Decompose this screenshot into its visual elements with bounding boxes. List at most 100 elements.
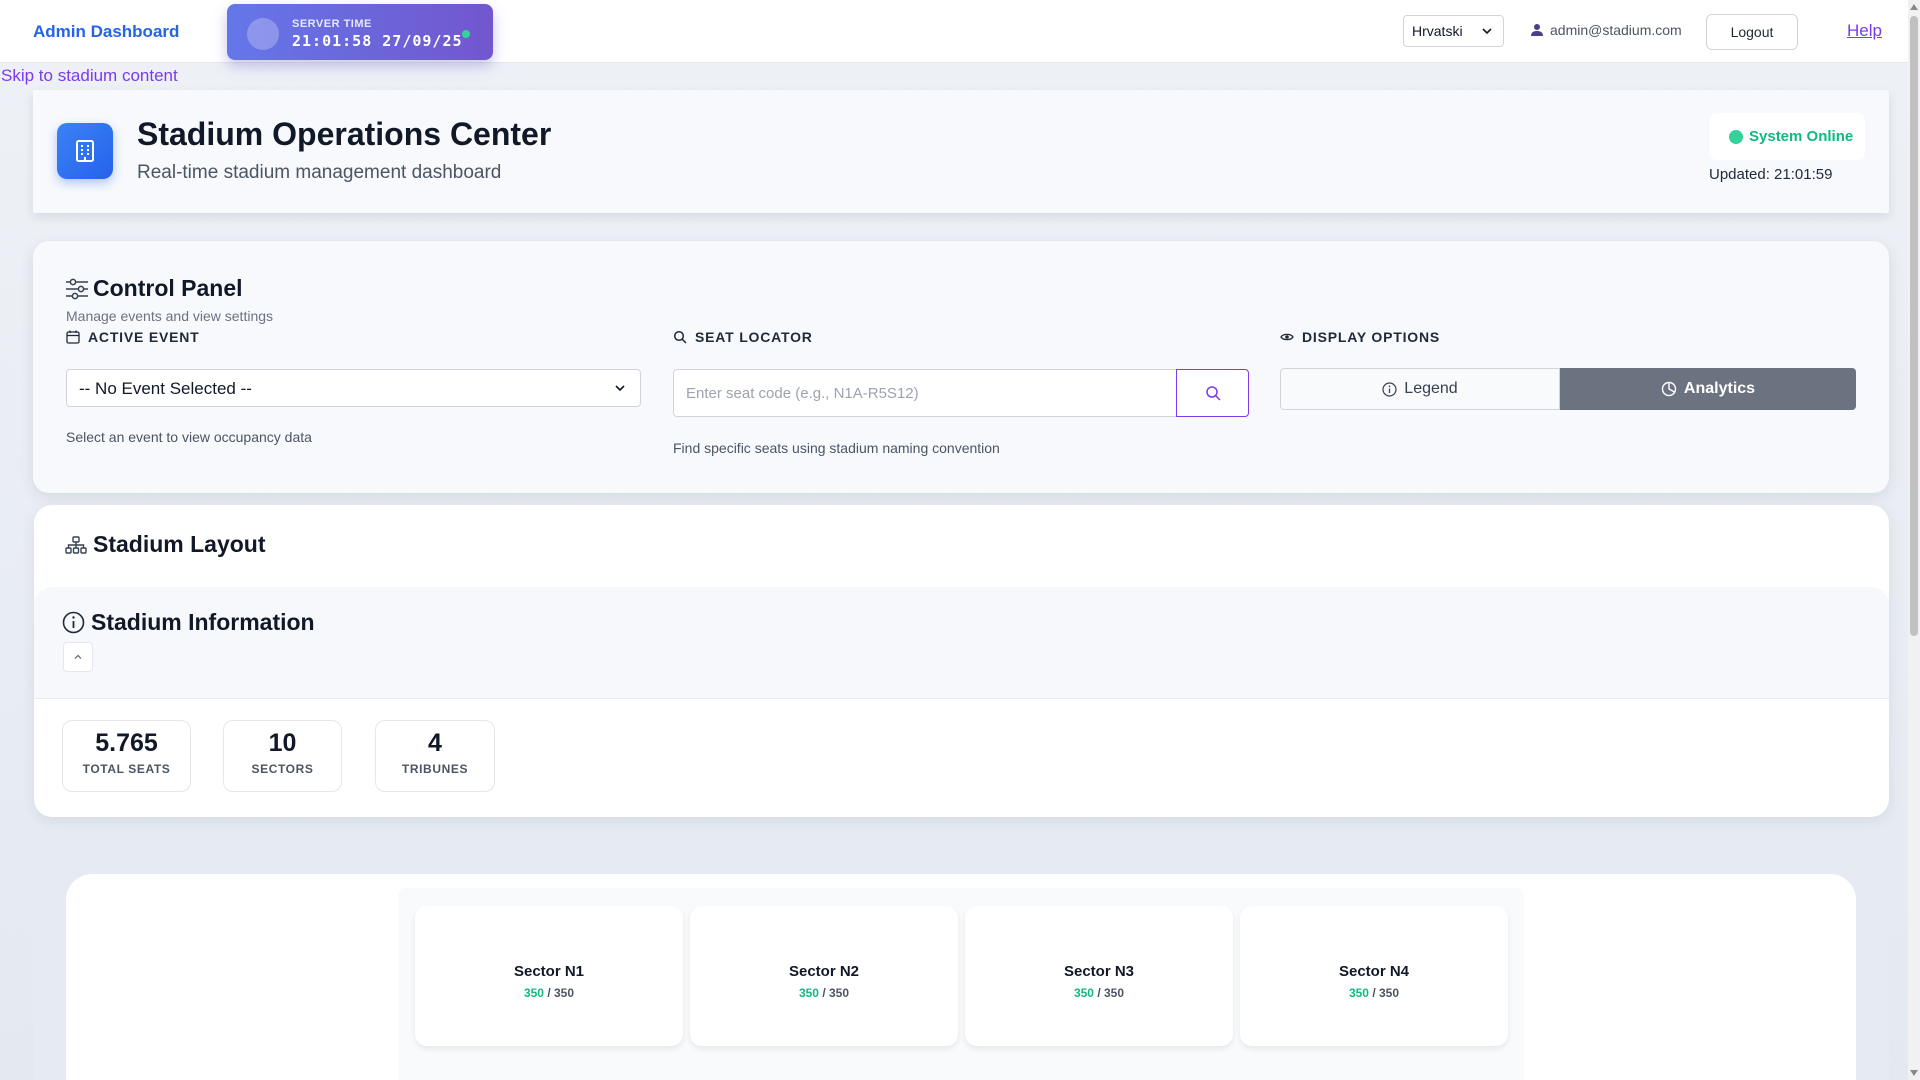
sector-card-n2[interactable]: Sector N2 350 / 350 — [690, 906, 958, 1046]
pie-chart-icon — [1661, 381, 1677, 397]
calendar-icon — [66, 330, 80, 344]
stat-value: 10 — [268, 729, 297, 757]
sector-sep: / — [1093, 986, 1104, 1000]
stat-caption: TOTAL SEATS — [82, 762, 171, 776]
event-select[interactable]: -- No Event Selected -- — [66, 369, 641, 407]
eye-icon — [1280, 333, 1294, 341]
chevron-up-icon — [74, 654, 82, 659]
sector-total: 350 — [554, 986, 575, 1000]
page-subtitle: Real-time stadium management dashboard — [137, 162, 502, 183]
control-panel-title: Control Panel — [93, 275, 243, 301]
live-indicator-dot — [462, 30, 470, 38]
seat-locator-label: SEAT LOCATOR — [673, 329, 813, 345]
sector-name: Sector N4 — [1338, 963, 1410, 980]
logout-button[interactable]: Logout — [1706, 14, 1798, 50]
stat-total-seats: 5.765 TOTAL SEATS — [62, 720, 191, 792]
sector-total: 350 — [829, 986, 850, 1000]
system-status-text: System Online — [1749, 128, 1854, 145]
user-info: admin@stadium.com — [1530, 22, 1682, 38]
status-dot-icon — [1729, 129, 1743, 144]
control-panel: Control Panel Manage events and view set… — [33, 241, 1889, 493]
user-email: admin@stadium.com — [1550, 22, 1682, 38]
analytics-toggle-button[interactable]: Analytics — [1560, 368, 1856, 410]
scrollbar-thumb[interactable] — [1910, 16, 1918, 636]
help-link[interactable]: Help — [1847, 21, 1882, 41]
active-event-label-text: ACTIVE EVENT — [88, 329, 200, 345]
stadium-layout-title: Stadium Layout — [93, 531, 266, 557]
stat-value: 4 — [428, 729, 442, 757]
sector-sep: / — [543, 986, 554, 1000]
search-icon — [673, 330, 687, 344]
server-time-value: 21:01:58 27/09/25 — [292, 32, 463, 50]
language-value: Hrvatski — [1412, 23, 1463, 39]
top-navbar: Admin Dashboard SERVER TIME 21:01:58 27/… — [0, 0, 1908, 63]
legend-label: Legend — [1404, 380, 1458, 397]
page-scrollbar[interactable] — [1908, 0, 1920, 1080]
sector-available: 350 — [523, 986, 544, 1000]
stadium-info-title: Stadium Information — [91, 609, 315, 635]
stadium-map-container: Sector N1 350 / 350 Sector N2 350 / 350 … — [34, 842, 1889, 1080]
stadium-info-heading: Stadium Information — [62, 609, 315, 636]
display-options-toggle: Legend Analytics — [1280, 368, 1856, 410]
seat-search-button[interactable] — [1176, 369, 1249, 417]
sector-available: 350 — [1348, 986, 1369, 1000]
server-time-widget: SERVER TIME 21:01:58 27/09/25 — [227, 4, 493, 60]
stat-caption: SECTORS — [251, 762, 314, 776]
event-select-value: -- No Event Selected -- — [79, 379, 252, 398]
stat-sectors: 10 SECTORS — [223, 720, 342, 792]
sector-occupancy: 350 / 350 — [1240, 986, 1508, 1000]
sector-total: 350 — [1379, 986, 1400, 1000]
active-event-label: ACTIVE EVENT — [66, 329, 200, 345]
sector-available: 350 — [1073, 986, 1094, 1000]
stadium-info-header: Stadium Information — [34, 587, 1889, 699]
seat-help-text: Find specific seats using stadium naming… — [673, 440, 1000, 456]
control-panel-heading: Control Panel — [65, 275, 243, 302]
sitemap-icon — [65, 535, 87, 554]
stat-tribunes: 4 TRIBUNES — [375, 720, 495, 792]
system-status-badge: System Online — [1709, 113, 1865, 160]
sector-name: Sector N2 — [788, 963, 860, 980]
sector-occupancy: 350 / 350 — [965, 986, 1233, 1000]
info-icon — [1382, 381, 1397, 397]
language-select[interactable]: Hrvatski — [1403, 15, 1504, 47]
display-options-label-text: DISPLAY OPTIONS — [1302, 329, 1441, 345]
sector-card-n1[interactable]: Sector N1 350 / 350 — [415, 906, 683, 1046]
sector-total: 350 — [1104, 986, 1125, 1000]
user-icon — [1531, 24, 1543, 36]
skip-to-content-link[interactable]: Skip to stadium content — [1, 66, 178, 86]
sector-occupancy: 350 / 350 — [415, 986, 683, 1000]
search-icon — [1205, 386, 1221, 401]
tribune-north: Sector N1 350 / 350 Sector N2 350 / 350 … — [398, 888, 1524, 1080]
stat-value: 5.765 — [95, 729, 158, 757]
sector-name: Sector N1 — [513, 963, 585, 980]
server-time-label: SERVER TIME — [292, 18, 372, 30]
analytics-label: Analytics — [1683, 380, 1756, 397]
seat-search-input[interactable]: Enter seat code (e.g., N1A-R5S12) — [673, 369, 1177, 417]
stadium-layout-heading: Stadium Layout — [65, 531, 266, 558]
legend-toggle-button[interactable]: Legend — [1280, 368, 1560, 410]
sliders-icon — [66, 278, 88, 299]
sector-sep: / — [1368, 986, 1379, 1000]
sector-name: Sector N3 — [1063, 963, 1135, 980]
sector-sep: / — [818, 986, 829, 1000]
page-header: Stadium Operations Center Real-time stad… — [33, 90, 1889, 213]
scroll-down-arrow-icon[interactable] — [1910, 1070, 1918, 1076]
event-help-text: Select an event to view occupancy data — [66, 429, 312, 445]
info-circle-icon — [62, 611, 85, 634]
collapse-info-button[interactable] — [63, 642, 93, 672]
sector-occupancy: 350 / 350 — [690, 986, 958, 1000]
brand-link[interactable]: Admin Dashboard — [33, 22, 179, 42]
control-panel-subtitle: Manage events and view settings — [66, 308, 274, 324]
sector-available: 350 — [798, 986, 819, 1000]
chevron-down-icon — [615, 385, 625, 392]
sector-card-n3[interactable]: Sector N3 350 / 350 — [965, 906, 1233, 1046]
building-icon — [57, 123, 113, 179]
scroll-up-arrow-icon[interactable] — [1910, 4, 1918, 10]
stadium-layout-panel: Stadium Layout Stadium Information 5.765… — [34, 505, 1889, 817]
stat-caption: TRIBUNES — [401, 762, 469, 776]
seat-locator-label-text: SEAT LOCATOR — [695, 329, 813, 345]
last-updated-text: Updated: 21:01:59 — [1709, 166, 1833, 183]
sector-card-n4[interactable]: Sector N4 350 / 350 — [1240, 906, 1508, 1046]
page-title: Stadium Operations Center — [137, 116, 552, 152]
display-options-label: DISPLAY OPTIONS — [1280, 329, 1440, 345]
